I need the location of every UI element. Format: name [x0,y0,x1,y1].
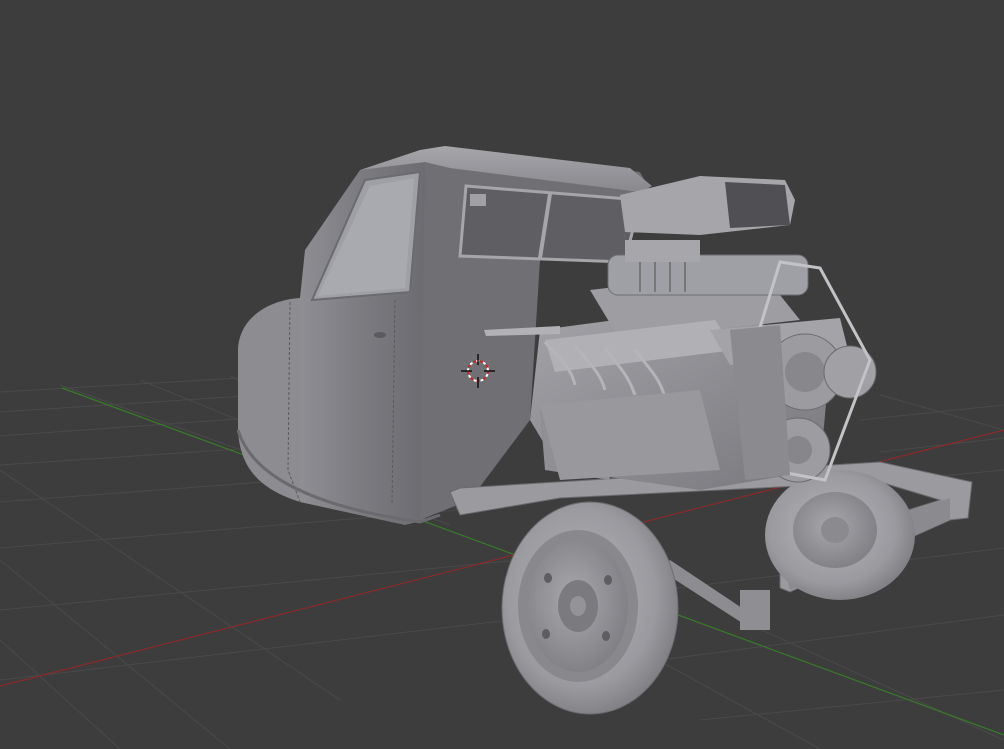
front-wheel[interactable] [501,501,679,715]
3d-viewport[interactable] [0,0,1004,749]
viewport-canvas[interactable] [0,0,1004,749]
rear-wheel[interactable] [765,470,915,600]
